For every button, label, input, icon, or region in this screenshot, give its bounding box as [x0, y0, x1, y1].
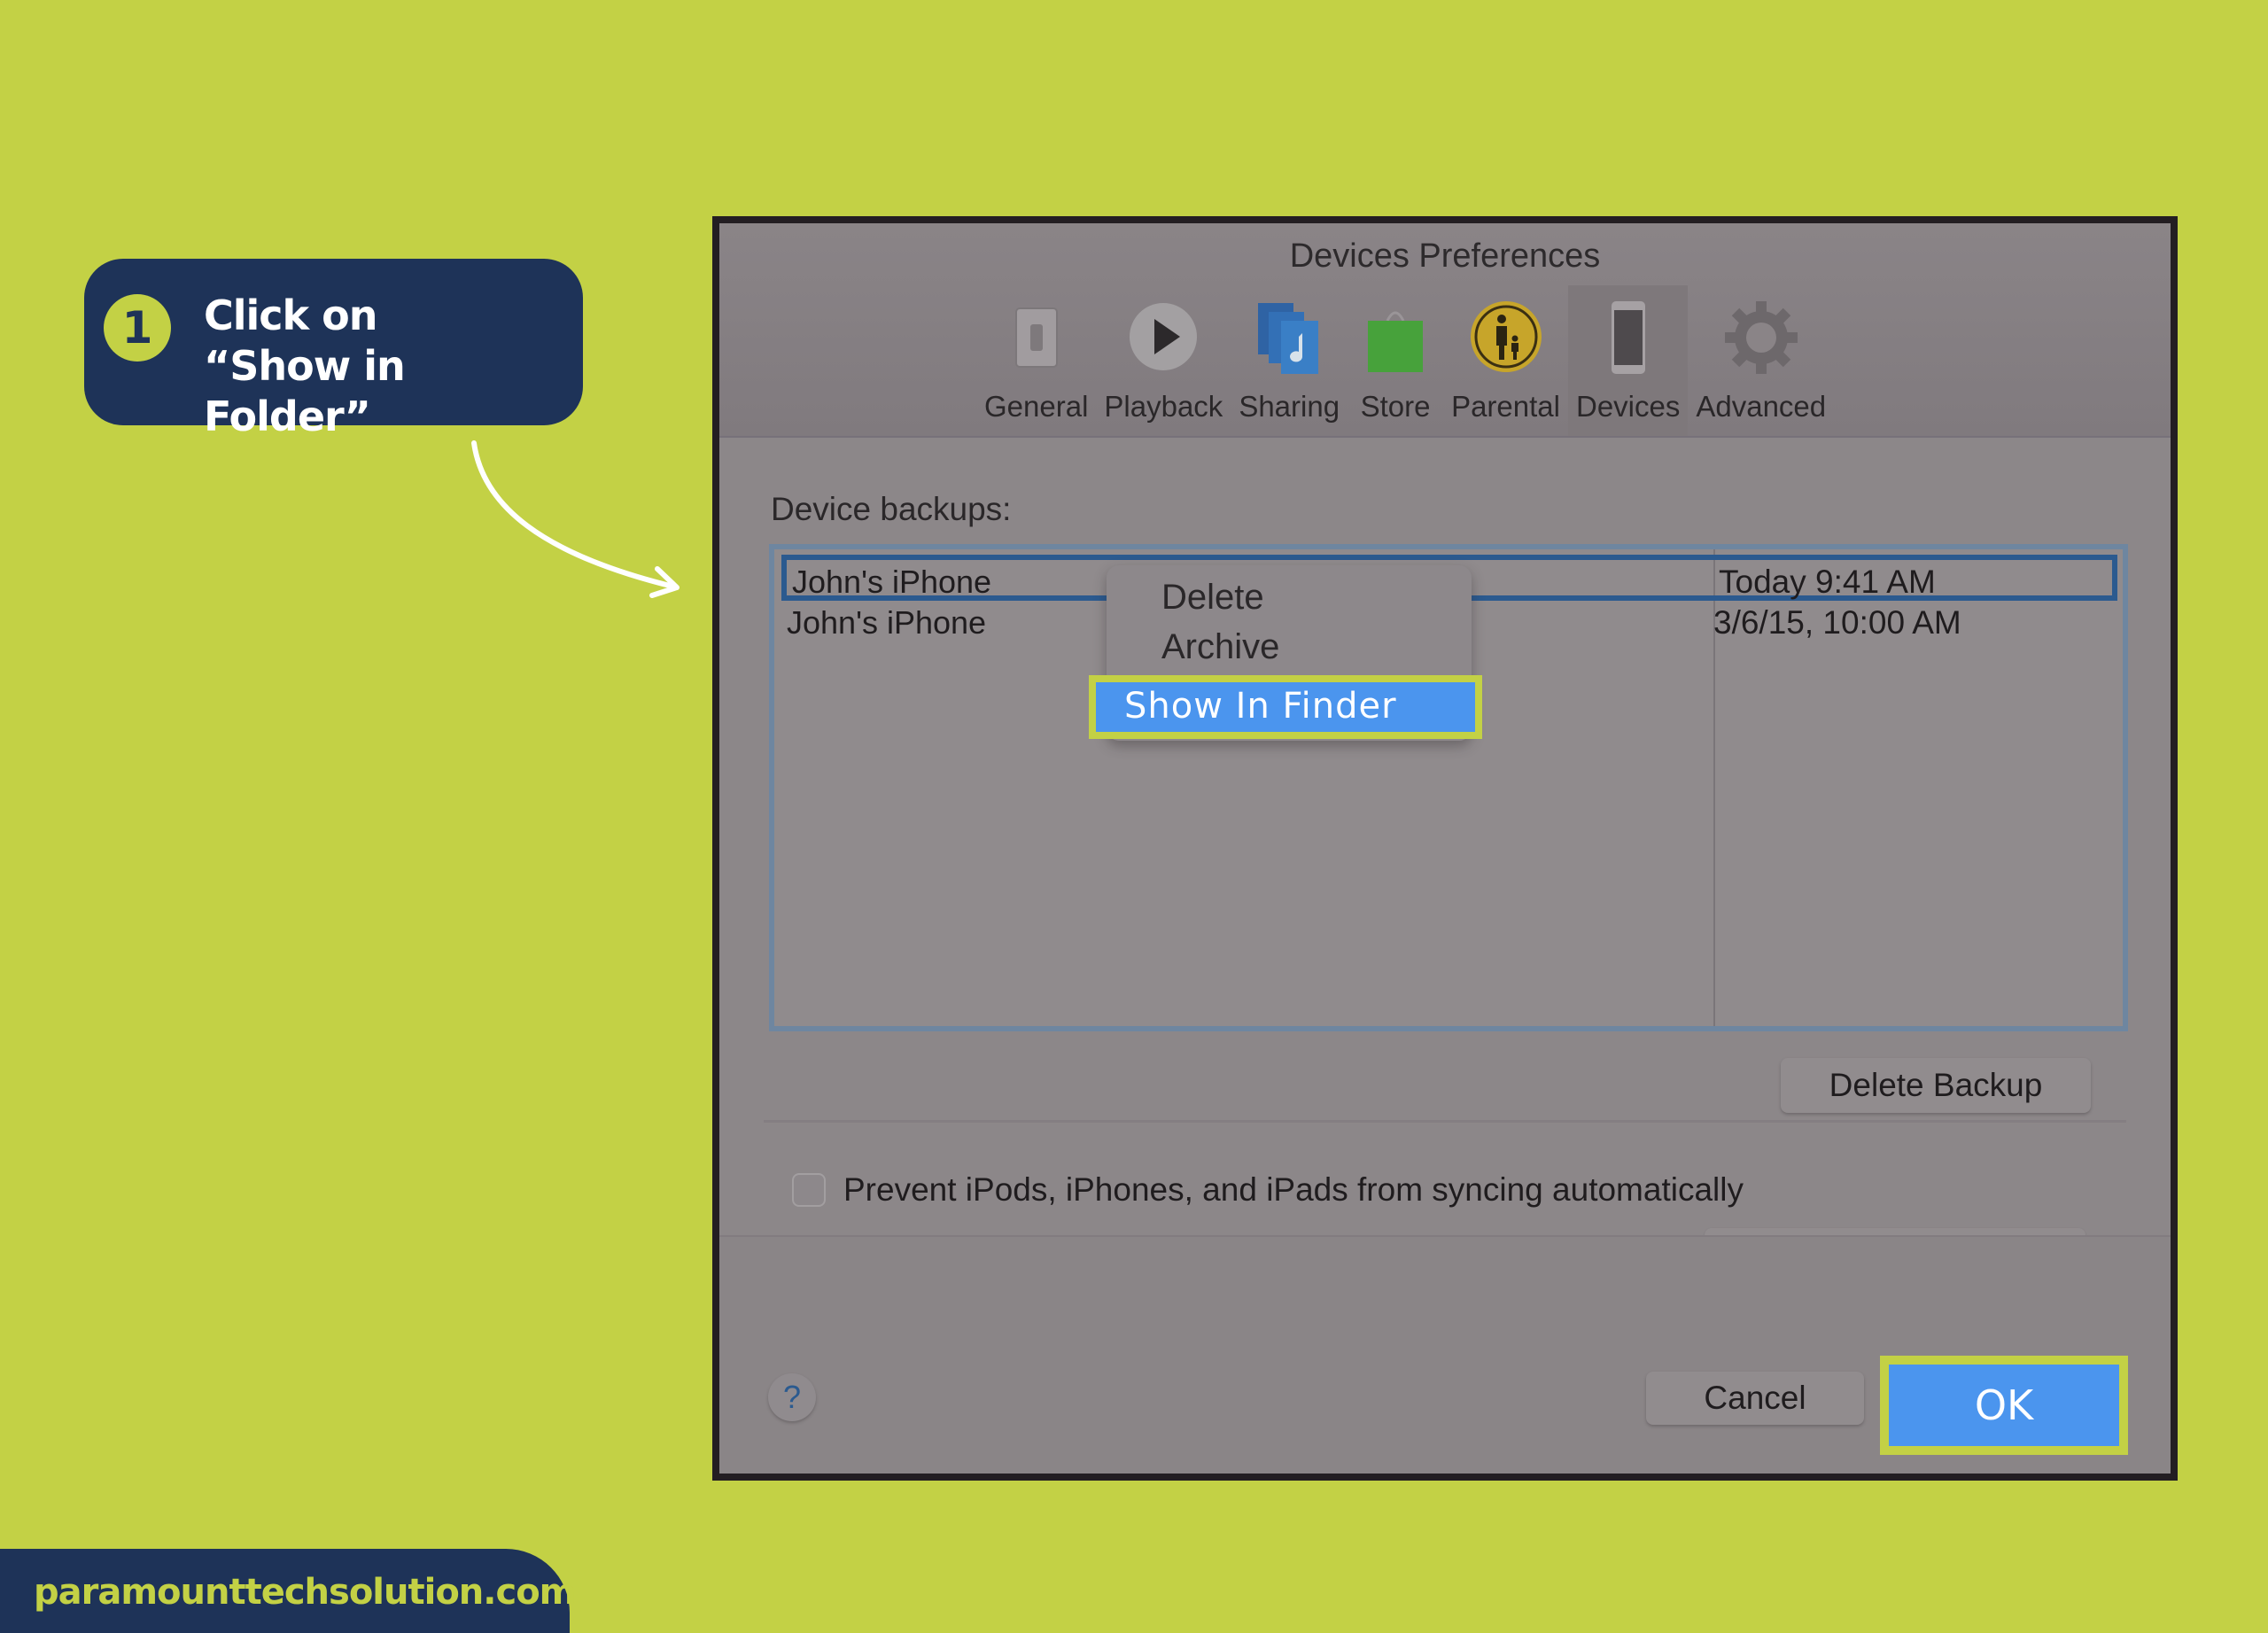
- delete-backup-button[interactable]: Delete Backup: [1781, 1058, 2091, 1113]
- website-url: paramounttechsolution.com: [34, 1572, 576, 1613]
- tab-sharing[interactable]: Sharing: [1231, 285, 1348, 436]
- prevent-sync-label: Prevent iPods, iPhones, and iPads from s…: [843, 1171, 1744, 1208]
- gear-icon: [1721, 298, 1801, 377]
- tab-label: Store: [1360, 390, 1431, 423]
- devices-pane: Device backups: John's iPhone Today 9:41…: [719, 438, 2171, 1474]
- devices-preferences-dialog: Devices Preferences General Playback Sha…: [712, 216, 2178, 1481]
- dialog-title: Devices Preferences: [1289, 237, 1601, 275]
- menu-item-delete[interactable]: Delete: [1107, 578, 1472, 627]
- section-separator: [764, 1120, 2126, 1123]
- backup-device-name: John's iPhone: [792, 564, 992, 600]
- device-backups-label: Device backups:: [771, 491, 1012, 527]
- parental-icon: [1466, 298, 1546, 377]
- menu-item-show-in-finder[interactable]: Show In Finder: [1089, 675, 1482, 739]
- cancel-button[interactable]: Cancel: [1646, 1372, 1864, 1425]
- tab-playback[interactable]: Playback: [1096, 285, 1231, 436]
- step-number-badge: 1: [104, 294, 171, 362]
- tab-label: General: [984, 390, 1089, 423]
- preferences-tabs: General Playback Sharing Store Parental …: [976, 285, 1834, 436]
- tab-advanced[interactable]: Advanced: [1688, 285, 1834, 436]
- tab-label: Sharing: [1239, 390, 1340, 423]
- tab-devices[interactable]: Devices: [1567, 285, 1689, 436]
- tab-general[interactable]: General: [976, 285, 1096, 436]
- music-share-icon: [1249, 298, 1329, 377]
- shopping-bag-icon: [1355, 298, 1435, 377]
- instruction-text: Click on “Show in Folder”: [204, 291, 583, 442]
- tab-parental[interactable]: Parental: [1443, 285, 1568, 436]
- prevent-sync-checkbox[interactable]: [792, 1173, 826, 1207]
- backup-date: Today 9:41 AM: [1719, 564, 1936, 600]
- tab-label: Parental: [1451, 390, 1560, 423]
- ok-button[interactable]: OK: [1880, 1356, 2128, 1455]
- instruction-line-1: Click on: [204, 292, 378, 339]
- tab-label: Playback: [1104, 390, 1223, 423]
- tab-store[interactable]: Store: [1348, 285, 1443, 436]
- backup-date: 3/6/15, 10:00 AM: [1713, 604, 1961, 641]
- website-footer: paramounttechsolution.com: [0, 1549, 576, 1633]
- backup-device-name: John's iPhone: [787, 604, 987, 641]
- device-backups-list[interactable]: John's iPhone Today 9:41 AM John's iPhon…: [769, 544, 2128, 1031]
- pointer-arrow-icon: [471, 440, 680, 598]
- instruction-line-2: “Show in Folder”: [204, 342, 406, 440]
- instruction-callout: 1 Click on “Show in Folder”: [84, 259, 583, 440]
- context-menu: Delete Archive Show In Finder: [1089, 565, 1482, 741]
- iphone-icon: [1588, 298, 1668, 377]
- preferences-toolbar: Devices Preferences General Playback Sha…: [719, 223, 2171, 438]
- menu-item-archive[interactable]: Archive: [1107, 627, 1472, 677]
- help-button[interactable]: ?: [768, 1373, 816, 1421]
- play-icon: [1123, 298, 1203, 377]
- tab-label: Devices: [1575, 390, 1681, 423]
- tab-label: Advanced: [1696, 390, 1827, 423]
- switch-icon: [997, 298, 1076, 377]
